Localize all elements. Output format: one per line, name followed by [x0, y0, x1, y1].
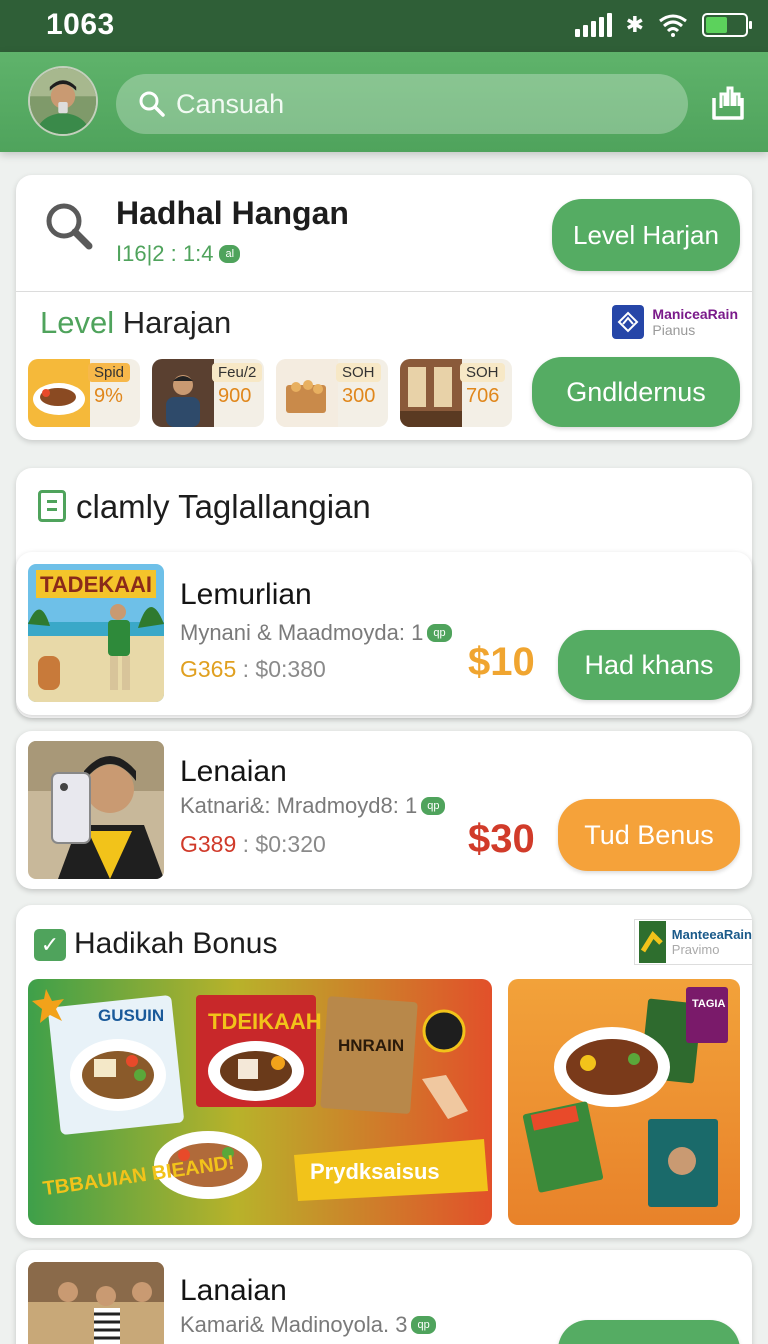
- banner-text: Prydksaisus: [310, 1159, 440, 1184]
- banner-text: TDEIKAAH: [208, 1009, 322, 1034]
- listing-thumbnail: TADEKAAI: [28, 564, 164, 702]
- listing-title: Lenaian: [180, 755, 287, 788]
- search-icon: [46, 203, 93, 250]
- list-item[interactable]: TADEKAAI Lemurlian Mynani & Maadmoyda: 1…: [16, 552, 752, 715]
- meta-badge: qp: [427, 624, 452, 642]
- listing-price: $10: [468, 640, 535, 684]
- card-subtitle-text: I16|2 : 1:4: [116, 241, 214, 266]
- meta-badge: qp: [411, 1316, 436, 1334]
- listing-title: Lanaian: [180, 1274, 287, 1307]
- listing-meta: Katnari&: Mradmoyd8: 1 qp: [180, 793, 446, 819]
- food-image: [28, 359, 90, 427]
- card-title: Hadhal Hangan: [116, 195, 349, 231]
- listing-meta: Mynani & Maadmoyda: 1 qp: [180, 620, 452, 646]
- listing-price: $30: [468, 817, 535, 861]
- battery-icon: [702, 13, 752, 37]
- search-input[interactable]: [176, 88, 656, 120]
- section-title: clamly Taglallangian: [76, 488, 371, 525]
- status-time: 1063: [46, 8, 115, 41]
- promo-tile[interactable]: SOH 300: [276, 359, 388, 427]
- listing-action-button[interactable]: Tud Benus: [558, 799, 740, 871]
- avatar[interactable]: [28, 66, 98, 136]
- partner-name: ManiceaRain: [652, 306, 738, 322]
- list-item[interactable]: Lanaian Kamari& Madinoyola. 3 qp: [16, 1250, 752, 1344]
- status-icons: ✱: [574, 12, 752, 38]
- listing-meta-text: Mynani & Maadmoyda: 1: [180, 620, 424, 645]
- listing-meta-text: Katnari&: Mradmoyd8: 1: [180, 793, 418, 818]
- promo-row: Spid 9% Feu/2 900 SOH 300 SOH 706: [28, 359, 512, 427]
- promo-label: Spid: [88, 363, 131, 382]
- level-heading: Level Harajan: [40, 305, 231, 341]
- person-image: [152, 359, 214, 427]
- listing-action-button[interactable]: [558, 1320, 740, 1344]
- list-item[interactable]: Lenaian Katnari&: Mradmoyd8: 1 qp G389 :…: [16, 731, 752, 889]
- bonus-title: Hadikah Bonus: [74, 927, 278, 960]
- promo-label: SOH: [336, 363, 381, 382]
- listing-thumbnail: [28, 1262, 164, 1344]
- level-heading-green: Level: [40, 305, 115, 340]
- bonus-banner[interactable]: TAGIA: [508, 979, 740, 1225]
- banner-text: HNRAIN: [338, 1036, 404, 1055]
- meta-badge: qp: [421, 797, 446, 815]
- wifi-icon: [659, 14, 687, 37]
- status-bar: 1063 ✱: [0, 0, 768, 52]
- banner-text: GUSUIN: [98, 1006, 164, 1025]
- listing-code: G365: [180, 656, 237, 682]
- level-button[interactable]: Level Harjan: [552, 199, 740, 271]
- partner-badge: ManiceaRain Pianus: [612, 305, 738, 339]
- promo-value: 300: [342, 385, 376, 407]
- check-icon: ✓: [34, 929, 66, 961]
- listing-meta-text: Kamari& Madinoyola. 3: [180, 1312, 408, 1337]
- level-heading-rest: Harajan: [114, 305, 232, 340]
- promo-tile[interactable]: Spid 9%: [28, 359, 140, 427]
- promo-value: 706: [466, 385, 500, 407]
- listing-code: G389: [180, 831, 237, 857]
- signal-icon: [574, 13, 612, 37]
- partner-logo-icon: [639, 921, 666, 963]
- listing-stats: G389 : $0:320: [180, 831, 326, 858]
- listing-stats: G365 : $0:380: [180, 656, 326, 683]
- divider: [16, 291, 752, 292]
- listing-title: Lemurlian: [180, 578, 312, 611]
- promo-value: 9%: [94, 385, 123, 407]
- banner-text: TAGIA: [692, 998, 725, 1010]
- thumb-text: TADEKAAI: [40, 572, 152, 597]
- promo-tile[interactable]: Feu/2 900: [152, 359, 264, 427]
- document-icon: [38, 490, 66, 522]
- listing-stats-text: : $0:380: [236, 656, 326, 682]
- promo-label: Feu/2: [212, 363, 263, 382]
- food-image: [276, 359, 338, 427]
- bonus-banner[interactable]: GUSUIN TDEIKAAH HNRAIN TBBAUIAN BIEAND! …: [28, 979, 492, 1225]
- featured-card: Hadhal Hangan I16|2 : 1:4 al Level Harja…: [16, 175, 752, 440]
- partner-logo-icon: [612, 305, 645, 339]
- search-bar[interactable]: [116, 74, 688, 134]
- partner-sub: Pravimo: [671, 942, 720, 957]
- promo-label: SOH: [460, 363, 505, 382]
- interior-image: [400, 359, 462, 427]
- promo-value: 900: [218, 385, 252, 407]
- partner-badge: ManteeaRain Pravimo: [634, 919, 752, 965]
- card-subtitle: I16|2 : 1:4 al: [116, 241, 241, 267]
- app-header: [0, 52, 768, 152]
- bluetooth-icon: ✱: [625, 12, 644, 37]
- listing-thumbnail: [28, 741, 164, 879]
- listing-meta: Kamari& Madinoyola. 3 qp: [180, 1312, 436, 1338]
- listing-stats-text: : $0:320: [236, 831, 326, 857]
- promo-tile[interactable]: SOH 706: [400, 359, 512, 427]
- promo-button[interactable]: Gndldernus: [532, 357, 740, 427]
- listing-action-button[interactable]: Had khans: [558, 630, 740, 700]
- bonus-card: ✓ Hadikah Bonus ManteeaRain Pravimo GUSU…: [16, 905, 752, 1238]
- subtitle-badge: al: [219, 245, 241, 263]
- search-icon: [139, 91, 165, 117]
- partner-sub: Pianus: [652, 322, 696, 338]
- partner-name: ManteeaRain: [671, 927, 752, 942]
- share-icon[interactable]: [708, 82, 748, 122]
